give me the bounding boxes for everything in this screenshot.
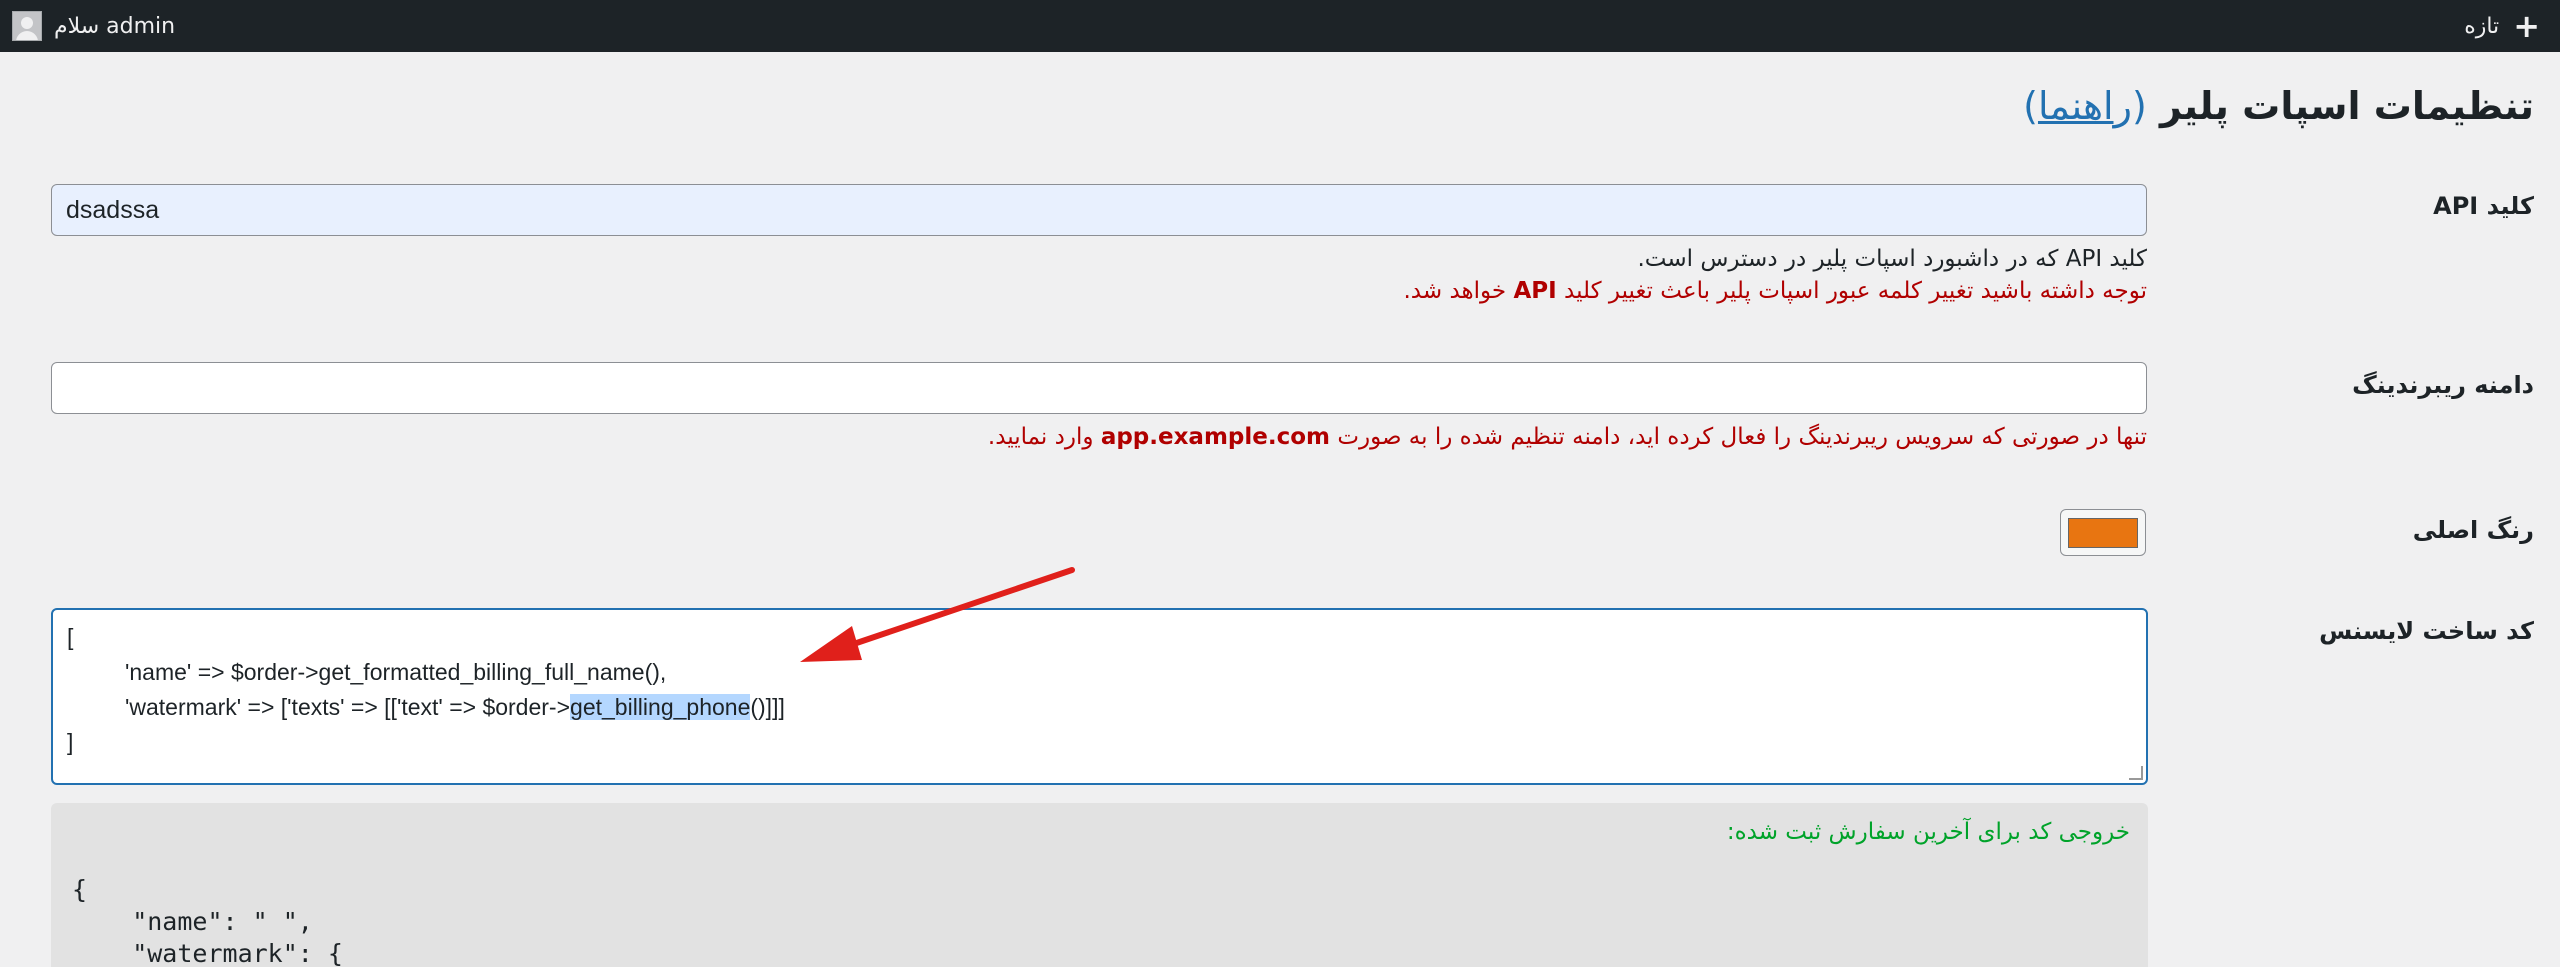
rebranding-domain-label: دامنه ریبرندینگ <box>2352 371 2534 399</box>
api-key-label: کلید API <box>2433 192 2534 220</box>
main-color-label: رنگ اصلی <box>2412 516 2534 544</box>
json-line: "name": " ", <box>72 907 313 936</box>
my-account-menu[interactable]: سلام admin <box>12 0 175 52</box>
new-content-menu[interactable]: تازه + <box>2464 0 2540 52</box>
greeting-text: سلام admin <box>54 13 176 39</box>
avatar <box>12 11 42 41</box>
json-line: { <box>72 875 88 904</box>
api-key-description: کلید API که در داشبورد اسپات پلیر در دست… <box>1637 246 2147 272</box>
license-code-textarea[interactable]: [ 'name' => $order->get_formatted_billin… <box>51 608 2148 785</box>
code-line: ] <box>67 729 74 755</box>
page-title-text: تنظیمات اسپات پلیر <box>2160 84 2534 128</box>
resize-handle[interactable] <box>2129 766 2143 780</box>
new-content-label: تازه <box>2464 13 2500 39</box>
api-key-input[interactable]: dsadssa <box>51 184 2147 236</box>
json-line: "watermark": { <box>72 939 343 967</box>
code-line: [ <box>67 624 74 650</box>
admin-bar: سلام admin تازه + <box>0 0 2560 52</box>
output-label: خروجی کد برای آخرین سفارش ثبت شده: <box>1726 819 2130 845</box>
code-line: 'name' => $order->get_formatted_billing_… <box>125 659 667 685</box>
plus-icon: + <box>2513 7 2540 45</box>
code-output-box: خروجی کد برای آخرین سفارش ثبت شده: { "na… <box>51 803 2148 967</box>
color-swatch <box>2068 517 2138 548</box>
rebranding-domain-description: تنها در صورتی که سرویس ریبرندینگ را فعال… <box>987 424 2147 450</box>
rebranding-domain-input[interactable] <box>51 362 2147 414</box>
selected-text: get_billing_phone <box>570 694 751 720</box>
color-picker-button[interactable] <box>2060 509 2146 556</box>
api-key-warning: توجه داشته باشید تغییر کلمه عبور اسپات پ… <box>1403 278 2147 304</box>
guide-link[interactable]: راهنما <box>2038 84 2132 128</box>
page-title: تنظیمات اسپات پلیر (راهنما) <box>2023 84 2534 128</box>
license-code-label: کد ساخت لایسنس <box>2319 617 2534 645</box>
code-line: 'watermark' => ['texts' => [['text' => $… <box>125 694 785 720</box>
